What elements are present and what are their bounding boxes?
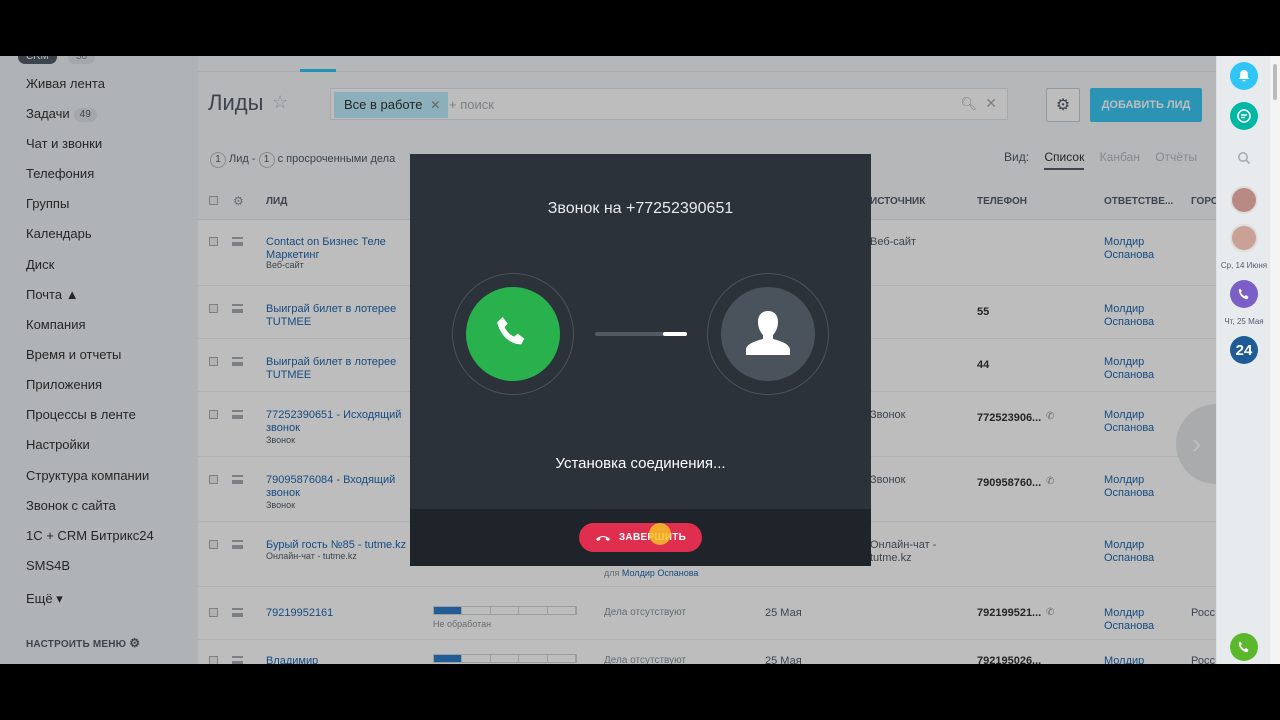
call-title: Звонок на +77252390651: [547, 200, 734, 217]
call-status-text: Установка соединения...: [555, 455, 726, 472]
connection-progress-fill: [663, 332, 687, 336]
screen: CRM 38 Живая лента Задачи 49 Чат и звонки…: [0, 56, 1280, 664]
scrollbar[interactable]: [1270, 56, 1280, 664]
right-bar: Ср, 14 Июня Чт, 25 Мая 24: [1216, 56, 1270, 664]
mouse-cursor-highlight: [649, 523, 671, 545]
connection-progress: [595, 332, 687, 336]
caller-avatar-ring: [452, 273, 574, 395]
hangup-icon: [595, 535, 610, 541]
phone-icon: [466, 287, 560, 381]
chat-icon[interactable]: [1230, 102, 1258, 130]
avatar[interactable]: [1230, 186, 1258, 214]
call-dialog: Звонок на +77252390651 Установка соедине…: [410, 154, 871, 566]
recent-date-label: Ср, 14 Июня: [1220, 261, 1268, 270]
bell-icon[interactable]: [1230, 62, 1258, 90]
scrollbar-thumb[interactable]: [1273, 64, 1277, 100]
avatar[interactable]: [1230, 224, 1258, 252]
search-icon[interactable]: [1230, 144, 1258, 172]
phone-icon[interactable]: [1230, 633, 1258, 661]
bitrix24-icon[interactable]: 24: [1230, 336, 1258, 364]
user-icon: [721, 287, 815, 381]
callee-avatar-ring: [707, 273, 829, 395]
call-footer: ЗАВЕРШИТЬ: [410, 509, 871, 566]
phone-icon[interactable]: [1230, 280, 1258, 308]
end-call-button[interactable]: ЗАВЕРШИТЬ: [579, 523, 702, 552]
recent-date-label: Чт, 25 Мая: [1224, 317, 1264, 326]
